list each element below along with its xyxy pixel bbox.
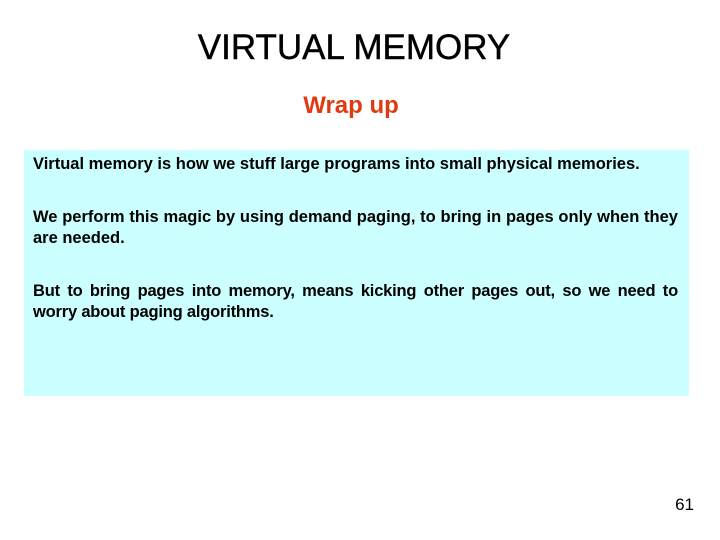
page-number: 61 [675,495,694,514]
paragraph-demand-paging: We perform this magic by using demand pa… [33,208,678,247]
paragraph-virtual-memory: Virtual memory is how we stuff large pro… [33,155,640,173]
content-box: Virtual memory is how we stuff large pro… [24,150,689,396]
paragraph-paging-algorithms: But to bring pages into memory, means ki… [33,282,678,321]
slide-title: VIRTUAL MEMORY [197,28,511,67]
slide: VIRTUAL MEMORY Wrap up Virtual memory is… [0,0,720,540]
slide-subtitle: Wrap up [303,92,399,119]
